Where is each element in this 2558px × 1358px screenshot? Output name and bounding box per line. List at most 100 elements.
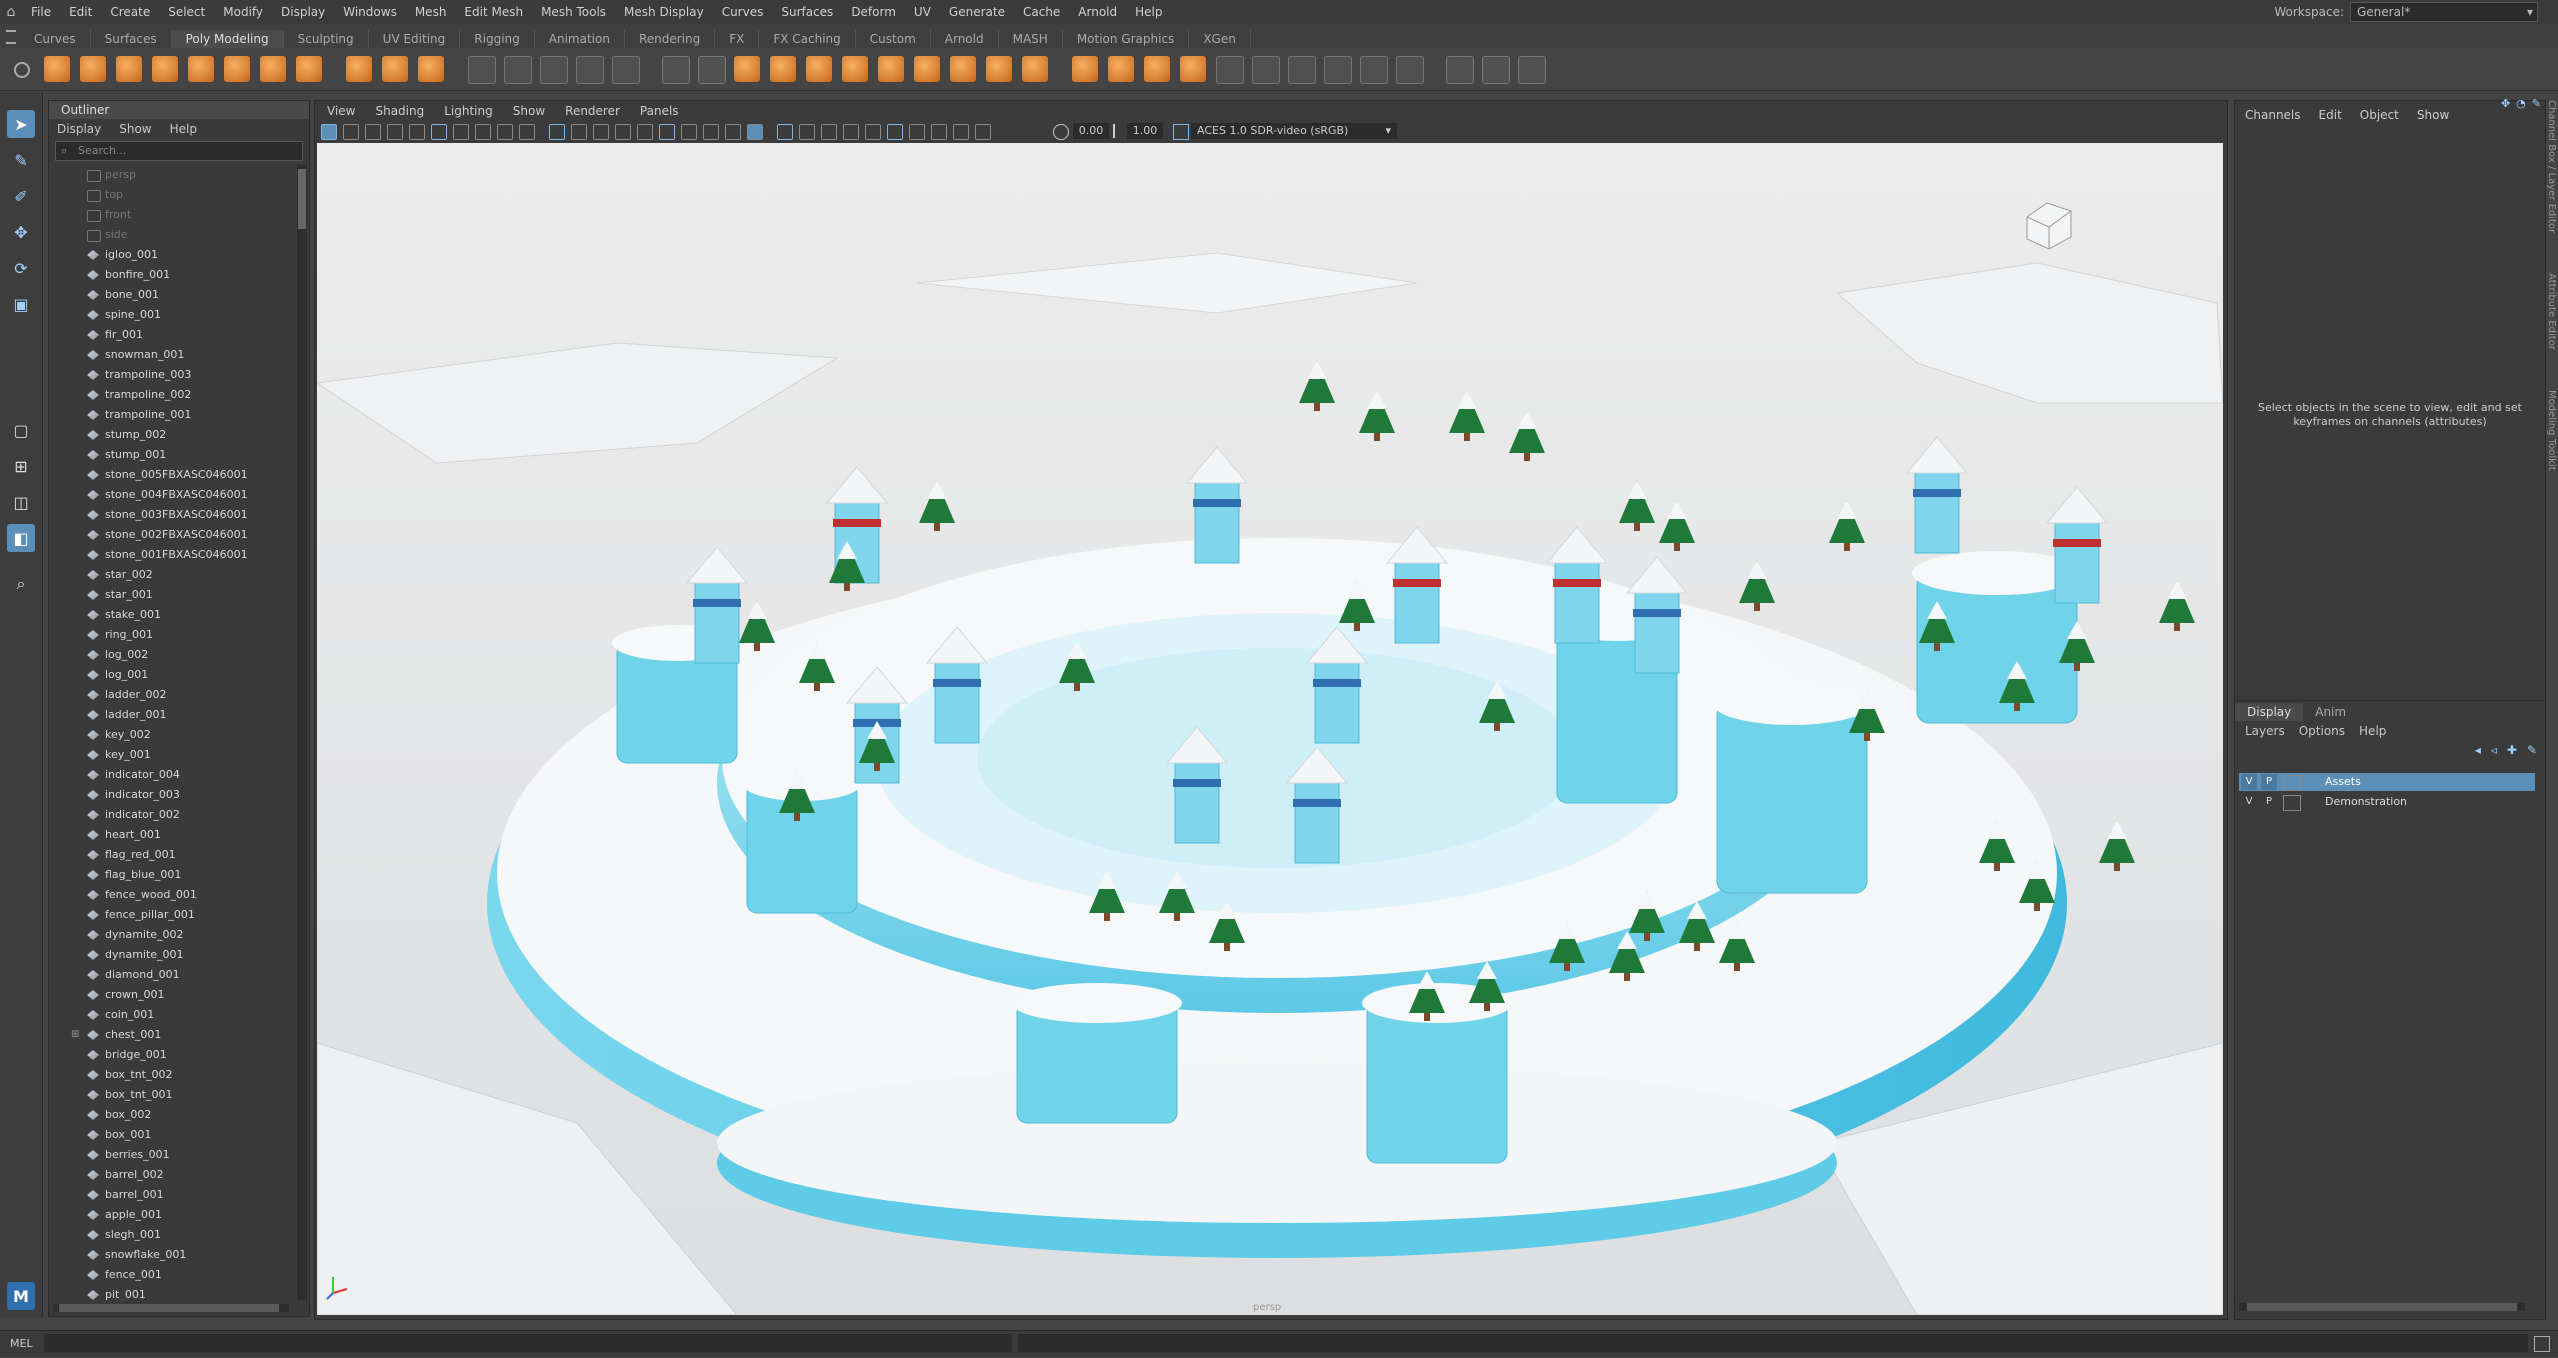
viewport-tool-icon[interactable]: [637, 124, 653, 140]
outliner-item[interactable]: stone_003FBXASC046001: [49, 505, 297, 525]
outliner-item[interactable]: crown_001: [49, 985, 297, 1005]
mirror-icon[interactable]: [698, 56, 726, 84]
outliner-item[interactable]: berries_001: [49, 1145, 297, 1165]
outliner-item[interactable]: ladder_002: [49, 685, 297, 705]
viewport-tool-icon[interactable]: [571, 124, 587, 140]
outliner-scrollbar[interactable]: [297, 165, 307, 1300]
outliner-item[interactable]: barrel_002: [49, 1165, 297, 1185]
poly-cube-icon[interactable]: [80, 56, 106, 82]
outliner-item[interactable]: ⊞ chest_001: [49, 1025, 297, 1045]
poly-cone-icon[interactable]: [152, 56, 178, 82]
move-layer-up-icon[interactable]: ◂: [2475, 743, 2481, 757]
menu-deform[interactable]: Deform: [842, 5, 905, 19]
move-layer-down-icon[interactable]: ◃: [2491, 743, 2497, 757]
viewport-tool-icon[interactable]: [497, 124, 513, 140]
combine-icon[interactable]: [540, 56, 568, 84]
connect-icon[interactable]: [914, 56, 940, 82]
bend-icon[interactable]: [1482, 56, 1510, 84]
outliner-item[interactable]: box_tnt_001: [49, 1085, 297, 1105]
outliner-item[interactable]: box_002: [49, 1105, 297, 1125]
outliner-item[interactable]: barrel_001: [49, 1185, 297, 1205]
camera-based-icon[interactable]: [1216, 56, 1244, 84]
outliner-item[interactable]: snowman_001: [49, 345, 297, 365]
menu-edit[interactable]: Edit: [60, 5, 101, 19]
shelf-tab-poly-modeling[interactable]: Poly Modeling: [171, 30, 284, 48]
viewport-menu-panels[interactable]: Panels: [640, 104, 679, 118]
viewport-tool-icon[interactable]: [975, 124, 991, 140]
outliner-item[interactable]: diamond_001: [49, 965, 297, 985]
colorspace-dropdown[interactable]: ACES 1.0 SDR-video (sRGB) ▾: [1191, 123, 1397, 139]
menu-create[interactable]: Create: [101, 5, 159, 19]
lasso-tool-icon[interactable]: ✎: [7, 146, 35, 174]
shelf-tab-fx[interactable]: FX: [715, 30, 760, 48]
outliner-menu-show[interactable]: Show: [119, 122, 151, 136]
menu-arnold[interactable]: Arnold: [1069, 5, 1126, 19]
viewport-tool-icon[interactable]: [409, 124, 425, 140]
menu-windows[interactable]: Windows: [334, 5, 406, 19]
shelf-tab-rigging[interactable]: Rigging: [460, 30, 535, 48]
scale-tool-icon[interactable]: ▣: [7, 290, 35, 318]
shelf-tab-motion-graphics[interactable]: Motion Graphics: [1063, 30, 1190, 48]
smooth-icon[interactable]: [612, 56, 640, 84]
outliner-item[interactable]: ring_001: [49, 625, 297, 645]
outliner-item[interactable]: spine_001: [49, 305, 297, 325]
layer-editor-h-scrollbar[interactable]: [2239, 1303, 2525, 1311]
viewport-tool-icon[interactable]: [821, 124, 837, 140]
menu-help[interactable]: Help: [1126, 5, 1171, 19]
outliner-item[interactable]: stone_001FBXASC046001: [49, 545, 297, 565]
center-pivot-icon[interactable]: [986, 56, 1012, 82]
script-editor-icon[interactable]: [2534, 1336, 2550, 1352]
outliner-item[interactable]: dynamite_002: [49, 925, 297, 945]
shelf-tab-rendering[interactable]: Rendering: [625, 30, 716, 48]
outliner-item[interactable]: slegh_001: [49, 1225, 297, 1245]
viewport-menu-shading[interactable]: Shading: [375, 104, 424, 118]
viewport-tool-icon[interactable]: [747, 124, 763, 140]
outliner-item[interactable]: apple_001: [49, 1205, 297, 1225]
menu-mesh-tools[interactable]: Mesh Tools: [532, 5, 615, 19]
delete-history-icon[interactable]: [1072, 56, 1098, 82]
shelf-tab-animation[interactable]: Animation: [535, 30, 625, 48]
side-tab-modeling-toolkit[interactable]: Modeling Toolkit: [2546, 390, 2557, 471]
boolean-icon[interactable]: [662, 56, 690, 84]
outliner-menu-display[interactable]: Display: [57, 122, 101, 136]
outliner-item[interactable]: bone_001: [49, 285, 297, 305]
outliner-item[interactable]: persp: [49, 165, 297, 185]
outliner-item[interactable]: coin_001: [49, 1005, 297, 1025]
shelf-tab-custom[interactable]: Custom: [856, 30, 931, 48]
menu-uv[interactable]: UV: [905, 5, 940, 19]
new-layer-icon[interactable]: ✎: [2527, 743, 2537, 757]
svg-icon[interactable]: [468, 56, 496, 84]
select-tool-icon[interactable]: ➤: [7, 110, 35, 138]
viewport-tool-icon[interactable]: [615, 124, 631, 140]
viewport-menu-view[interactable]: View: [327, 104, 355, 118]
layer-row[interactable]: V P Assets: [2239, 773, 2535, 791]
sew-icon[interactable]: [1252, 56, 1280, 84]
search-icon[interactable]: ⌕: [7, 570, 35, 598]
outliner-item[interactable]: fence_wood_001: [49, 885, 297, 905]
outliner-item[interactable]: stone_004FBXASC046001: [49, 485, 297, 505]
pin-icon[interactable]: ✎: [2532, 97, 2541, 110]
maya-logo-icon[interactable]: M: [7, 1282, 35, 1310]
outliner-item[interactable]: indicator_003: [49, 785, 297, 805]
poly-platonic-icon[interactable]: [296, 56, 322, 82]
outliner-menu-help[interactable]: Help: [170, 122, 197, 136]
menu-select[interactable]: Select: [159, 5, 214, 19]
new-layer-selected-icon[interactable]: ✚: [2507, 743, 2517, 757]
outliner-item[interactable]: stake_001: [49, 605, 297, 625]
viewport-tool-icon[interactable]: [453, 124, 469, 140]
gamma-icon[interactable]: [1113, 124, 1125, 138]
viewport-tool-icon[interactable]: [387, 124, 403, 140]
channel-menu-channels[interactable]: Channels: [2245, 108, 2301, 122]
viewport-tool-icon[interactable]: [843, 124, 859, 140]
viewport-tool-icon[interactable]: [321, 124, 337, 140]
outliner-item[interactable]: stone_005FBXASC046001: [49, 465, 297, 485]
shelf-tab-surfaces[interactable]: Surfaces: [91, 30, 172, 48]
poly-torus-icon[interactable]: [188, 56, 214, 82]
viewport-tool-icon[interactable]: [887, 124, 903, 140]
outliner-item[interactable]: stump_002: [49, 425, 297, 445]
menu-edit-mesh[interactable]: Edit Mesh: [455, 5, 532, 19]
shelf-tab-xgen[interactable]: XGen: [1189, 30, 1251, 48]
layer-menu-options[interactable]: Options: [2299, 724, 2345, 738]
layer-visibility-toggle[interactable]: V: [2241, 794, 2257, 810]
shelf-tab-sculpting[interactable]: Sculpting: [284, 30, 369, 48]
